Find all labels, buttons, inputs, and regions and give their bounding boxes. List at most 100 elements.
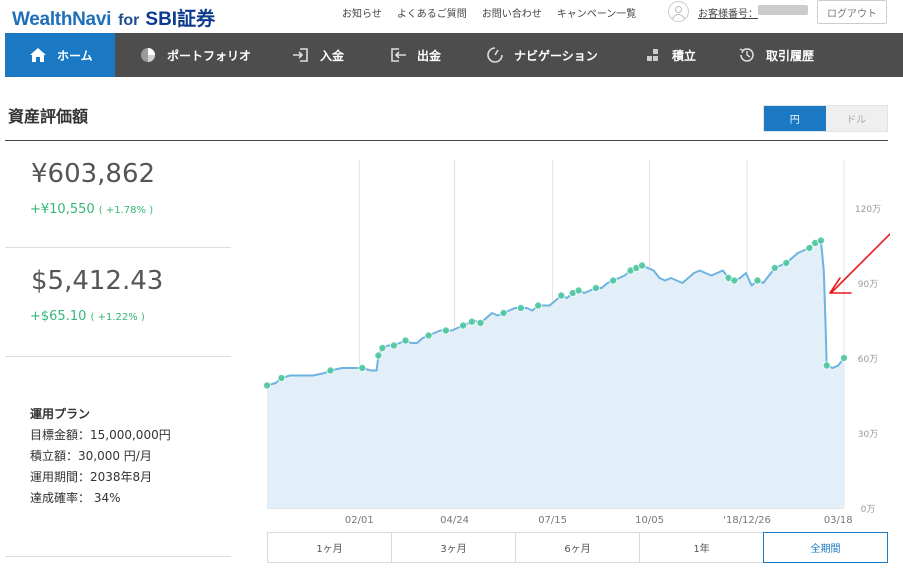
nav-home-label: ホーム	[57, 48, 93, 63]
data-marker	[782, 259, 791, 268]
jpy-change: +¥10,550 ( +1.78% )	[30, 202, 153, 217]
panel-bottom-divider	[5, 556, 231, 557]
nav-withdraw[interactable]: 出金	[365, 33, 462, 77]
history-icon	[738, 46, 756, 64]
data-marker	[574, 286, 583, 295]
nav-recurring[interactable]: 積立	[620, 33, 714, 77]
data-marker	[441, 326, 450, 335]
gauge-icon	[486, 46, 504, 64]
brand-for: for	[118, 12, 140, 29]
period-1y-button[interactable]: 1年	[639, 532, 763, 563]
usd-change: +$65.10 ( +1.22% )	[30, 309, 145, 324]
x-tick-label: 04/24	[440, 515, 469, 526]
data-marker	[467, 317, 476, 326]
nav-navigation[interactable]: ナビゲーション	[462, 33, 620, 77]
page-title: 資産評価額	[8, 107, 89, 126]
data-marker	[822, 361, 831, 370]
nav-deposit-label: 入金	[320, 48, 345, 63]
top-links: お知らせ よくあるご質問 お問い合わせ キャンペーン一覧	[342, 5, 651, 20]
data-marker	[805, 244, 814, 253]
nav-portfolio-label: ポートフォリオ	[167, 48, 252, 63]
top-link-contact[interactable]: お問い合わせ	[482, 5, 542, 20]
data-marker	[326, 366, 335, 375]
data-marker	[516, 303, 525, 312]
data-marker	[277, 373, 286, 382]
period-1m-button[interactable]: 1ヶ月	[267, 532, 391, 563]
x-tick-label: 03/18	[824, 515, 853, 526]
deposit-icon	[292, 46, 310, 64]
plan-term: 運用期間：2038年8月	[30, 470, 153, 484]
currency-dollar-button[interactable]: ドル	[825, 106, 887, 131]
nav-navigation-label: ナビゲーション	[514, 48, 598, 63]
nav-withdraw-label: 出金	[417, 48, 442, 63]
asset-chart-svg: 0万 30万 60万 90万 120万 02/01 04/24 07/15 10/05 '18/1…	[262, 160, 897, 526]
data-marker	[374, 351, 383, 360]
plan-probability: 達成確率： 34%	[30, 491, 121, 505]
period-all-button[interactable]: 全期間	[763, 532, 888, 563]
period-selector: 1ヶ月 3ヶ月 6ヶ月 1年 全期間	[267, 532, 888, 563]
y-tick-label: 60万	[858, 355, 878, 365]
data-marker	[840, 353, 849, 362]
data-marker	[401, 336, 410, 345]
top-link-news[interactable]: お知らせ	[342, 5, 382, 20]
nav-deposit[interactable]: 入金	[268, 33, 365, 77]
top-link-faq[interactable]: よくあるご質問	[397, 5, 467, 20]
y-tick-label: 120万	[855, 205, 881, 215]
data-marker	[609, 276, 618, 285]
data-marker	[816, 236, 825, 245]
jpy-change-amount: +¥10,550	[30, 202, 95, 217]
data-marker	[358, 363, 367, 372]
y-tick-label: 30万	[858, 430, 878, 440]
nav-history[interactable]: 取引履歴	[714, 33, 903, 77]
data-marker	[591, 283, 600, 292]
data-marker	[476, 318, 485, 327]
plan-title: 運用プラン	[30, 407, 91, 421]
jpy-value: ¥603,862	[31, 159, 156, 189]
data-marker	[770, 264, 779, 273]
currency-toggle: 円 ドル	[763, 105, 888, 132]
nav-history-label: 取引履歴	[766, 48, 815, 63]
main-nav: ホーム ポートフォリオ 入金 出金 ナビゲーション 積立 取引履歴	[5, 33, 903, 77]
data-marker	[459, 321, 468, 330]
y-tick-label: 90万	[858, 280, 878, 290]
usd-value: $5,412.43	[31, 266, 164, 296]
data-marker	[378, 343, 387, 352]
nav-portfolio[interactable]: ポートフォリオ	[115, 33, 268, 77]
plan-target: 目標金額：15,000,000円	[30, 428, 171, 442]
blocks-icon	[644, 46, 662, 64]
top-link-campaigns[interactable]: キャンペーン一覧	[557, 5, 637, 20]
data-marker	[262, 381, 271, 390]
x-tick-label: 02/01	[345, 515, 374, 526]
usd-change-pct: ( +1.22% )	[90, 312, 145, 323]
brand-logo[interactable]: WealthNavi for SBI証券	[12, 4, 216, 30]
logout-button[interactable]: ログアウト	[817, 0, 887, 24]
account-number-masked	[758, 5, 808, 15]
x-tick-label: '18/12/26	[723, 515, 771, 526]
period-3m-button[interactable]: 3ヶ月	[391, 532, 515, 563]
data-marker	[424, 331, 433, 340]
jpy-change-pct: ( +1.78% )	[98, 205, 154, 216]
pie-chart-icon	[139, 46, 157, 64]
data-marker	[534, 301, 543, 310]
user-avatar-icon	[668, 1, 689, 22]
usd-change-amount: +$65.10	[30, 309, 87, 324]
nav-home[interactable]: ホーム	[5, 33, 115, 77]
x-tick-label: 10/05	[635, 515, 664, 526]
period-6m-button[interactable]: 6ヶ月	[515, 532, 639, 563]
nav-recurring-label: 積立	[672, 48, 697, 63]
plan-monthly: 積立額：30,000 円/月	[30, 449, 152, 463]
currency-yen-button[interactable]: 円	[764, 106, 826, 131]
usd-summary: $5,412.43 +$65.10 ( +1.22% )	[5, 248, 231, 357]
x-tick-label: 07/15	[538, 515, 567, 526]
data-marker	[730, 276, 739, 285]
data-marker	[638, 261, 647, 270]
y-tick-label: 0万	[861, 505, 876, 515]
brand-partner: SBI証券	[145, 9, 216, 30]
top-header: WealthNavi for SBI証券 お知らせ よくあるご質問 お問い合わせ…	[0, 0, 903, 33]
brand-name: WealthNavi	[12, 9, 112, 30]
account-number-label[interactable]: お客様番号：	[698, 5, 758, 20]
asset-chart: 0万 30万 60万 90万 120万 02/01 04/24 07/15 10/05 '18/1…	[240, 150, 897, 534]
investment-plan: 運用プラン 目標金額：15,000,000円 積立額：30,000 円/月 運用…	[30, 404, 171, 509]
home-icon	[29, 46, 47, 64]
data-marker	[389, 341, 398, 350]
